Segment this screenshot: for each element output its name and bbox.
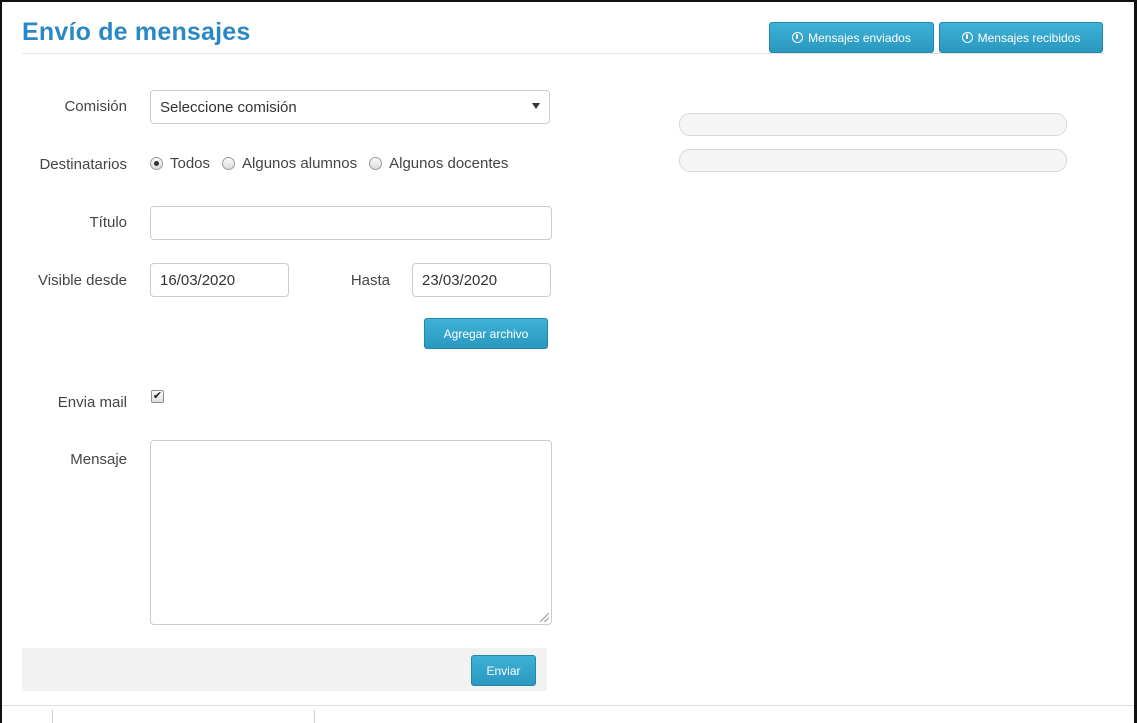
radio-label-algunos-docentes: Algunos docentes [389,155,509,172]
radio-option-todos[interactable]: Todos [150,155,210,172]
send-button[interactable]: Enviar [471,655,536,686]
hasta-label: Hasta [350,272,390,289]
visible-desde-input[interactable]: 16/03/2020 [150,263,289,297]
page-title: Envío de mensajes [22,18,251,46]
title-divider [22,53,1104,54]
bottom-divider [2,705,1134,706]
hasta-value: 23/03/2020 [422,271,498,289]
radio-algunos-docentes[interactable] [369,157,383,170]
chevron-down-icon [532,103,540,109]
radio-label-algunos-alumnos: Algunos alumnos [242,155,358,172]
envia-mail-checkbox[interactable]: ✔ [151,390,164,403]
mensaje-textarea[interactable] [150,440,552,625]
loading-placeholder-bar [679,149,1067,172]
radio-algunos-alumnos[interactable] [222,157,236,170]
info-circle-icon [961,32,973,43]
hasta-input[interactable]: 23/03/2020 [412,263,551,297]
checkmark-icon: ✔ [152,390,163,402]
envia-mail-label: Envia mail [57,394,127,411]
sent-messages-label: Mensajes enviados [808,30,911,45]
visible-desde-label: Visible desde [38,272,127,289]
loading-placeholder-bar [679,113,1067,136]
comision-selected-value: Seleccione comisión [160,98,297,116]
radio-todos[interactable] [150,157,163,170]
bottom-separator [52,710,53,723]
send-button-label: Enviar [486,663,521,678]
radio-option-algunos-alumnos[interactable]: Algunos alumnos [222,155,357,172]
comision-select[interactable]: Seleccione comisión [150,90,550,124]
resize-grip-icon[interactable] [540,613,549,622]
titulo-label: Título [89,214,127,231]
add-file-label: Agregar archivo [443,326,529,341]
add-file-button[interactable]: Agregar archivo [424,318,548,349]
radio-label-todos: Todos [170,155,211,172]
visible-desde-value: 16/03/2020 [160,271,236,289]
form-footer [22,648,547,691]
received-messages-label: Mensajes recibidos [977,30,1081,45]
destinatarios-radio-group: Todos Algunos alumnos Algunos docentes [150,155,520,172]
received-messages-button[interactable]: Mensajes recibidos [939,22,1103,53]
comision-label: Comisión [64,98,127,115]
titulo-input[interactable] [150,206,552,240]
mensaje-label: Mensaje [70,451,127,468]
bottom-separator [314,710,315,723]
sent-messages-button[interactable]: Mensajes enviados [769,22,934,53]
radio-option-algunos-docentes[interactable]: Algunos docentes [369,155,508,172]
destinatarios-label: Destinatarios [39,156,127,173]
info-circle-icon [792,32,804,43]
